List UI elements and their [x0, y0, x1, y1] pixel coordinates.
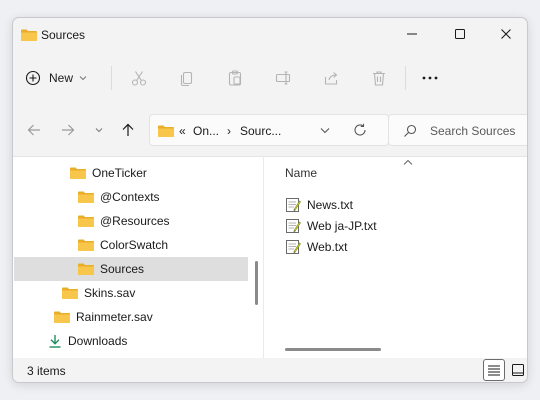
back-button[interactable] — [23, 119, 45, 141]
folder-icon — [78, 215, 94, 227]
explorer-window: Sources New « On... › Sourc... Search So… — [12, 17, 528, 383]
details-view-button[interactable] — [483, 359, 505, 381]
share-button[interactable] — [315, 64, 347, 92]
plus-circle-icon — [25, 70, 41, 86]
tiles-view-icon — [512, 364, 524, 376]
breadcrumb-item[interactable]: On... — [193, 124, 219, 138]
title-bar: Sources — [13, 18, 527, 52]
folder-icon — [78, 239, 94, 251]
folder-icon — [62, 287, 78, 299]
pane-divider[interactable] — [263, 157, 264, 359]
large-icons-view-button[interactable] — [507, 359, 527, 381]
chevron-down-icon — [95, 128, 103, 133]
toolbar-separator — [111, 66, 112, 90]
new-button-label: New — [49, 71, 74, 85]
breadcrumb-overflow[interactable]: « — [179, 124, 186, 138]
trash-icon — [373, 71, 385, 86]
recent-locations-button[interactable] — [88, 119, 110, 141]
minimize-button[interactable] — [389, 18, 435, 50]
paste-button[interactable] — [219, 64, 251, 92]
copy-button[interactable] — [171, 64, 203, 92]
content-area: OneTicker @Contexts @Resources ColorSwat… — [13, 156, 527, 359]
file-row[interactable]: News.txt — [285, 195, 515, 215]
folder-icon — [158, 125, 174, 137]
tree-item-label: Sources — [100, 262, 145, 276]
search-box[interactable]: Search Sources — [388, 114, 527, 146]
tree-item-downloads[interactable]: Downloads — [14, 329, 248, 353]
copy-icon — [180, 71, 193, 87]
file-row[interactable]: Web ja-JP.txt — [285, 216, 515, 236]
file-list: Name News.txt Web ja-JP.txt Web.txt — [265, 157, 527, 359]
tree-item-label: @Resources — [100, 214, 170, 228]
search-placeholder: Search Sources — [430, 124, 516, 138]
tree-item-colorswatch[interactable]: ColorSwatch — [14, 233, 248, 257]
file-list-scrollbar[interactable] — [285, 348, 381, 351]
tree-item-label: OneTicker — [92, 166, 147, 180]
command-bar: New — [13, 58, 527, 98]
share-icon — [324, 72, 338, 85]
maximize-button[interactable] — [437, 18, 483, 50]
text-file-icon — [286, 198, 301, 212]
refresh-icon[interactable] — [353, 123, 367, 137]
address-bar[interactable]: « On... › Sourc... — [149, 114, 389, 146]
breadcrumb-separator-icon: › — [227, 124, 231, 138]
file-row[interactable]: Web.txt — [285, 237, 515, 257]
tree-item-label: ColorSwatch — [100, 238, 169, 252]
tree-item-label: Downloads — [68, 334, 128, 348]
tree-item-rainmeter-sav[interactable]: Rainmeter.sav — [14, 305, 248, 329]
delete-button[interactable] — [363, 64, 395, 92]
status-bar: 3 items — [13, 358, 527, 382]
tree-item-oneticker[interactable]: OneTicker — [14, 161, 248, 185]
sort-ascending-icon — [403, 159, 413, 165]
more-options-button[interactable] — [414, 64, 446, 92]
arrow-up-icon — [122, 123, 134, 136]
close-button[interactable] — [483, 18, 527, 50]
column-header-name[interactable]: Name — [285, 166, 317, 180]
chevron-down-icon[interactable] — [320, 127, 330, 134]
arrow-right-icon — [62, 124, 75, 136]
folder-icon — [78, 263, 94, 275]
tree-item-label: Rainmeter.sav — [76, 310, 153, 324]
folder-icon — [70, 167, 86, 179]
navigation-row: « On... › Sourc... Search Sources — [13, 114, 527, 148]
toolbar-separator — [405, 66, 406, 90]
scissors-icon — [131, 71, 147, 86]
up-button[interactable] — [117, 119, 139, 141]
rename-icon — [275, 71, 291, 85]
window-title: Sources — [41, 28, 86, 42]
close-icon — [501, 29, 511, 39]
new-button[interactable]: New — [25, 63, 103, 93]
cut-button[interactable] — [123, 64, 155, 92]
tree-item-skins-sav[interactable]: Skins.sav — [14, 281, 248, 305]
chevron-down-icon — [79, 76, 87, 81]
search-icon — [404, 124, 417, 137]
tree-item-label: Skins.sav — [84, 286, 136, 300]
forward-button[interactable] — [57, 119, 79, 141]
folder-icon — [78, 191, 94, 203]
clipboard-icon — [228, 70, 242, 86]
file-name: Web ja-JP.txt — [307, 219, 377, 233]
file-name: Web.txt — [307, 240, 348, 254]
tree-item-label: @Contexts — [100, 190, 160, 204]
text-file-icon — [286, 240, 301, 254]
folder-icon — [21, 29, 37, 41]
more-icon — [422, 76, 438, 80]
tree-item-resources[interactable]: @Resources — [14, 209, 248, 233]
navigation-pane-scrollbar[interactable] — [255, 261, 258, 305]
navigation-pane: OneTicker @Contexts @Resources ColorSwat… — [13, 157, 249, 359]
download-icon — [49, 335, 61, 348]
text-file-icon — [286, 219, 301, 233]
item-count: 3 items — [27, 364, 66, 378]
folder-icon — [54, 311, 70, 323]
rename-button[interactable] — [267, 64, 299, 92]
breadcrumb-item[interactable]: Sourc... — [240, 124, 281, 138]
file-name: News.txt — [307, 198, 354, 212]
arrow-left-icon — [27, 124, 40, 136]
maximize-icon — [455, 29, 465, 39]
tree-item-contexts[interactable]: @Contexts — [14, 185, 248, 209]
tree-item-sources[interactable]: Sources — [14, 257, 248, 281]
details-view-icon — [488, 365, 500, 376]
minimize-icon — [407, 33, 417, 35]
